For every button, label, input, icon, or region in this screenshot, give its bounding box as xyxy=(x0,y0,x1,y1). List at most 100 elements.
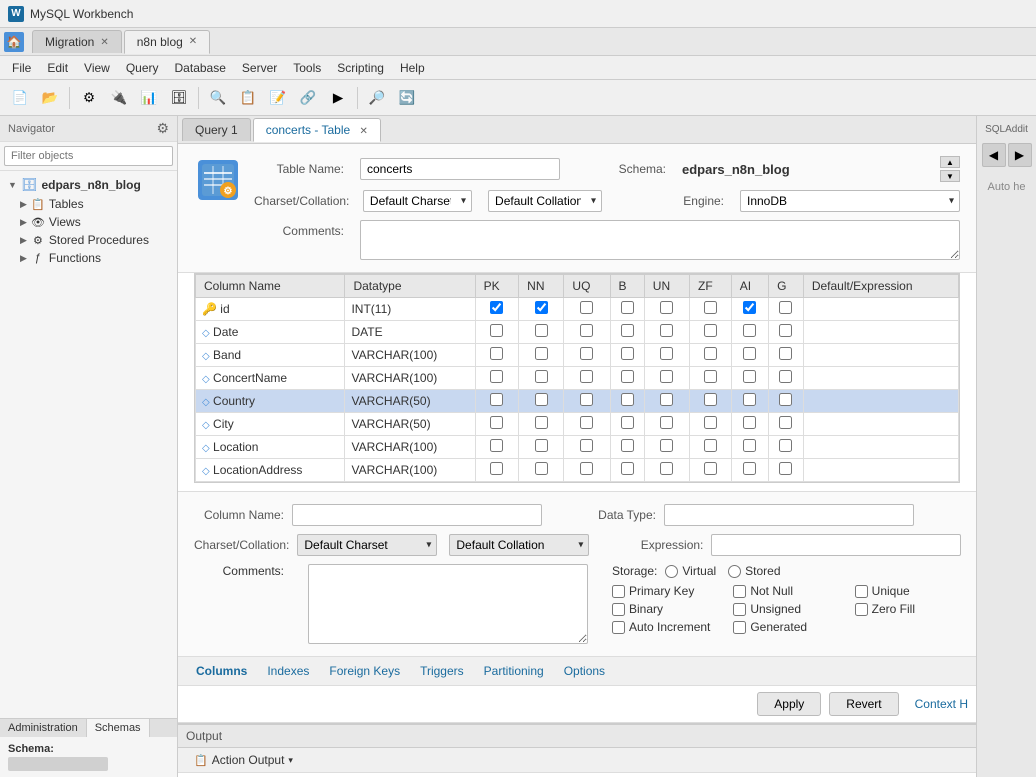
detail-column-name-input[interactable] xyxy=(292,504,542,526)
toolbar-open[interactable]: 📂 xyxy=(36,84,64,112)
col-pk-cell[interactable] xyxy=(475,413,519,436)
filter-input[interactable] xyxy=(4,146,173,166)
col-zf-cell[interactable] xyxy=(690,298,732,321)
cb-auto-increment-input[interactable] xyxy=(612,621,625,634)
col-un-checkbox[interactable] xyxy=(660,462,673,475)
toolbar-btn-9[interactable]: 📝 xyxy=(264,84,292,112)
col-un-cell[interactable] xyxy=(644,321,689,344)
col-zf-cell[interactable] xyxy=(690,459,732,482)
app-tab-migration[interactable]: Migration ✕ xyxy=(32,30,122,53)
detail-expression-input[interactable] xyxy=(711,534,961,556)
col-nn-cell[interactable] xyxy=(519,344,564,367)
col-pk-checkbox[interactable] xyxy=(490,462,503,475)
sidebar-tab-administration[interactable]: Administration xyxy=(0,719,87,737)
menu-scripting[interactable]: Scripting xyxy=(329,59,392,77)
right-nav-right[interactable]: ▶ xyxy=(1008,143,1032,167)
apply-button[interactable]: Apply xyxy=(757,692,821,716)
col-pk-cell[interactable] xyxy=(475,390,519,413)
col-pk-checkbox[interactable] xyxy=(490,439,503,452)
col-pk-checkbox[interactable] xyxy=(490,347,503,360)
col-g-checkbox[interactable] xyxy=(779,462,792,475)
cb-not-null-input[interactable] xyxy=(733,585,746,598)
col-uq-cell[interactable] xyxy=(564,459,610,482)
col-g-cell[interactable] xyxy=(769,459,804,482)
col-nn-checkbox[interactable] xyxy=(535,462,548,475)
col-zf-checkbox[interactable] xyxy=(704,462,717,475)
col-nn-checkbox[interactable] xyxy=(535,416,548,429)
col-uq-checkbox[interactable] xyxy=(580,347,593,360)
col-g-cell[interactable] xyxy=(769,321,804,344)
table-row[interactable]: ◇ LocationAddress VARCHAR(100) xyxy=(196,459,959,482)
migration-tab-close[interactable]: ✕ xyxy=(100,37,108,48)
cb-primary-key-input[interactable] xyxy=(612,585,625,598)
table-row[interactable]: ◇ City VARCHAR(50) xyxy=(196,413,959,436)
col-uq-checkbox[interactable] xyxy=(580,416,593,429)
tree-views[interactable]: ▶ 👁 Views xyxy=(0,213,177,231)
detail-collation-select[interactable]: Default Collation xyxy=(449,534,589,556)
col-uq-checkbox[interactable] xyxy=(580,393,593,406)
col-nn-cell[interactable] xyxy=(519,459,564,482)
col-g-cell[interactable] xyxy=(769,344,804,367)
col-pk-checkbox[interactable] xyxy=(490,393,503,406)
cb-zero-fill-input[interactable] xyxy=(855,603,868,616)
col-pk-cell[interactable] xyxy=(475,367,519,390)
cb-unsigned-input[interactable] xyxy=(733,603,746,616)
col-un-cell[interactable] xyxy=(644,459,689,482)
col-g-cell[interactable] xyxy=(769,390,804,413)
col-zf-cell[interactable] xyxy=(690,321,732,344)
col-ai-checkbox[interactable] xyxy=(743,439,756,452)
editor-tab-foreign-keys[interactable]: Foreign Keys xyxy=(319,661,410,681)
query-tab-concerts-table[interactable]: concerts - Table ✕ xyxy=(253,118,381,142)
cb-generated-input[interactable] xyxy=(733,621,746,634)
col-uq-checkbox[interactable] xyxy=(580,324,593,337)
col-nn-cell[interactable] xyxy=(519,436,564,459)
scroll-up-btn[interactable]: ▲ xyxy=(940,156,960,168)
menu-file[interactable]: File xyxy=(4,59,39,77)
editor-tab-options[interactable]: Options xyxy=(554,661,615,681)
col-g-checkbox[interactable] xyxy=(779,393,792,406)
col-zf-checkbox[interactable] xyxy=(704,416,717,429)
col-ai-cell[interactable] xyxy=(731,367,768,390)
output-action-output-tab[interactable]: 📋 Action Output ▾ xyxy=(186,751,301,769)
col-g-cell[interactable] xyxy=(769,413,804,436)
col-uq-cell[interactable] xyxy=(564,298,610,321)
toolbar-btn-12[interactable]: 🔎 xyxy=(363,84,391,112)
right-nav-left[interactable]: ◀ xyxy=(982,143,1006,167)
col-ai-checkbox[interactable] xyxy=(743,347,756,360)
cb-primary-key[interactable]: Primary Key xyxy=(612,584,717,598)
col-zf-checkbox[interactable] xyxy=(704,347,717,360)
col-un-cell[interactable] xyxy=(644,298,689,321)
cb-binary-input[interactable] xyxy=(612,603,625,616)
toolbar-btn-11[interactable]: ▶ xyxy=(324,84,352,112)
col-ai-cell[interactable] xyxy=(731,298,768,321)
col-nn-cell[interactable] xyxy=(519,390,564,413)
col-g-checkbox[interactable] xyxy=(779,416,792,429)
cb-zero-fill[interactable]: Zero Fill xyxy=(855,602,960,616)
detail-comments-textarea[interactable] xyxy=(308,564,588,644)
col-nn-checkbox[interactable] xyxy=(535,370,548,383)
col-zf-checkbox[interactable] xyxy=(704,301,717,314)
col-uq-cell[interactable] xyxy=(564,321,610,344)
app-tab-n8n-blog[interactable]: n8n blog ✕ xyxy=(124,30,210,54)
context-h-hint[interactable]: Context H xyxy=(915,697,968,711)
col-un-checkbox[interactable] xyxy=(660,301,673,314)
col-pk-checkbox[interactable] xyxy=(490,301,503,314)
home-icon[interactable]: 🏠 xyxy=(4,32,24,52)
col-pk-cell[interactable] xyxy=(475,344,519,367)
tree-schema-item[interactable]: ▼ 🗄 edpars_n8n_blog xyxy=(0,175,177,195)
editor-tab-triggers[interactable]: Triggers xyxy=(410,661,474,681)
tree-stored-procedures[interactable]: ▶ ⚙ Stored Procedures xyxy=(0,231,177,249)
col-b-checkbox[interactable] xyxy=(621,462,634,475)
menu-tools[interactable]: Tools xyxy=(285,59,329,77)
storage-stored-option[interactable]: Stored xyxy=(728,564,780,578)
col-un-cell[interactable] xyxy=(644,413,689,436)
col-g-cell[interactable] xyxy=(769,298,804,321)
col-g-cell[interactable] xyxy=(769,436,804,459)
col-g-checkbox[interactable] xyxy=(779,347,792,360)
col-zf-checkbox[interactable] xyxy=(704,393,717,406)
toolbar-btn-4[interactable]: 🔌 xyxy=(105,84,133,112)
storage-virtual-option[interactable]: Virtual xyxy=(665,564,716,578)
toolbar-btn-7[interactable]: 🔍 xyxy=(204,84,232,112)
collation-select[interactable]: Default Collation xyxy=(488,190,602,212)
col-uq-checkbox[interactable] xyxy=(580,370,593,383)
